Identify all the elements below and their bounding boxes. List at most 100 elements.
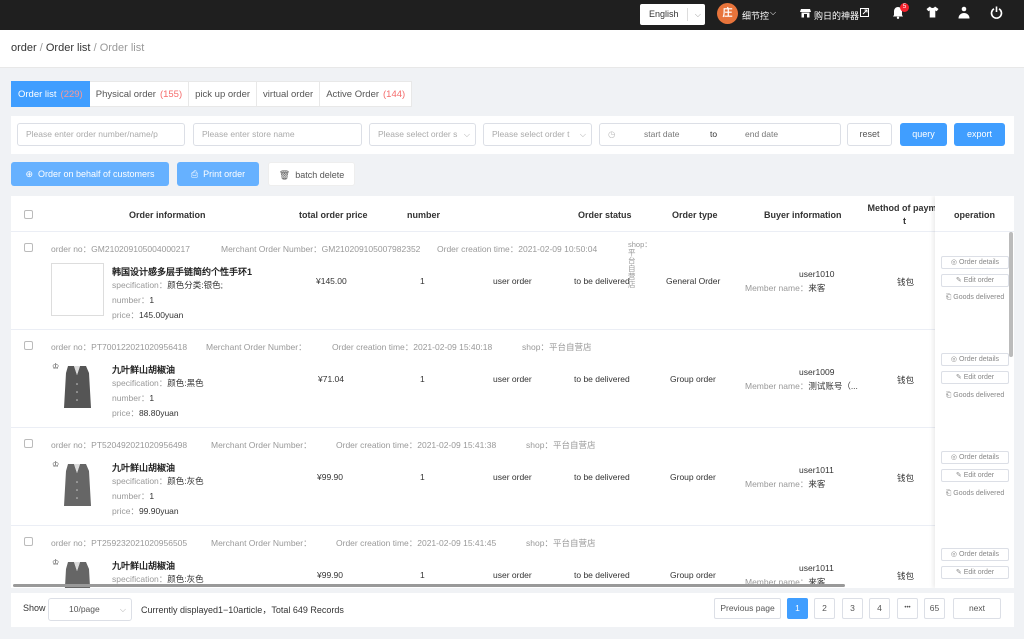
product-name[interactable]: 韩国设计感多层手链简约个性手环1 xyxy=(112,265,252,278)
order-count: 1 xyxy=(420,570,425,580)
notification-badge: 5 xyxy=(900,3,909,12)
payment-method: 钱包 xyxy=(897,277,915,287)
print-order-button[interactable]: ⎙ Print order xyxy=(177,162,259,186)
order-status: to be delivered xyxy=(574,472,630,482)
buyer-user: user1011 xyxy=(799,563,834,573)
payment-method: 钱包 xyxy=(897,375,915,385)
export-button[interactable]: export xyxy=(954,123,1005,146)
edit-order-button[interactable]: ✎ Edit order xyxy=(941,469,1009,482)
product-image: ♔ xyxy=(52,460,91,506)
col-payment-method: Method of payme t xyxy=(867,203,942,226)
order-creation-time: Order creation time：2021-02-09 15:41:38 xyxy=(336,440,497,450)
product-name[interactable]: 九叶鲜山胡椒油 xyxy=(112,559,175,572)
tab-physical-order[interactable]: Physical order (155) xyxy=(89,81,190,107)
order-status-select[interactable]: Please select order s ⌵ xyxy=(369,123,476,146)
merchant-order-number: Merchant Order Number：GM2102091050079823… xyxy=(221,244,421,254)
page-4-button[interactable]: 4 xyxy=(869,598,890,619)
chevron-down-icon: ⌵ xyxy=(694,10,701,19)
pagination: Show 10/page ⌵ Currently displayed1−10art… xyxy=(11,593,1014,627)
row-checkbox[interactable] xyxy=(24,537,33,546)
table-row: order no：GM210209105004000217 Merchant O… xyxy=(11,232,1014,330)
product-name[interactable]: 九叶鲜山胡椒油 xyxy=(112,461,175,474)
order-on-behalf-button[interactable]: ⊕ Order on behalf of customers xyxy=(11,162,169,186)
reset-button[interactable]: reset xyxy=(847,123,892,146)
order-details-button[interactable]: ◎ Order details xyxy=(941,256,1009,269)
product-name[interactable]: 九叶鲜山胡椒油 xyxy=(112,363,175,376)
merchant-order-number: Merchant Order Number： xyxy=(211,538,312,548)
vertical-scrollbar[interactable] xyxy=(1009,232,1013,357)
row-checkbox[interactable] xyxy=(24,243,33,252)
order-search-input[interactable]: Please enter order number/name/p xyxy=(17,123,185,146)
tab-virtual-order[interactable]: virtual order xyxy=(257,81,321,107)
date-range-picker[interactable]: ◷ start date to end date xyxy=(599,123,841,146)
language-select[interactable]: English ⌵ xyxy=(640,4,705,25)
breadcrumb-current: Order list xyxy=(99,42,145,54)
external-link-icon[interactable] xyxy=(860,8,869,19)
clock-icon: ◷ xyxy=(608,129,616,139)
order-details-button[interactable]: ◎ Order details xyxy=(941,353,1009,366)
page-1-button[interactable]: 1 xyxy=(787,598,808,619)
query-button[interactable]: query xyxy=(900,123,947,146)
show-label: Show xyxy=(23,603,46,613)
order-type-select[interactable]: Please select order t ⌵ xyxy=(483,123,592,146)
order-status: to be delivered xyxy=(574,276,630,286)
shop-name: shop：平台自营店 xyxy=(526,538,596,548)
horizontal-scrollbar[interactable] xyxy=(13,584,845,587)
row-checkbox[interactable] xyxy=(24,341,33,350)
tab-active-order[interactable]: Active Order (144) xyxy=(320,81,413,107)
more-pages-button[interactable]: ••• xyxy=(897,598,918,619)
batch-delete-button[interactable]: 🗑 batch delete xyxy=(268,162,355,186)
product-price: price：88.80yuan xyxy=(112,408,179,418)
order-details-button[interactable]: ◎ Order details xyxy=(941,548,1009,561)
order-number: order no：GM210209105004000217 xyxy=(51,244,190,254)
user-tie-icon[interactable] xyxy=(958,6,970,22)
page-2-button[interactable]: 2 xyxy=(814,598,835,619)
col-order-information: Order information xyxy=(129,210,206,220)
product-spec: specification：颜色分类:银色; xyxy=(112,280,224,290)
operation-column: operation ◎ Order details ✎ Edit order ⎗… xyxy=(935,196,1014,588)
select-all-checkbox[interactable] xyxy=(24,210,33,219)
tab-order-list[interactable]: Order list (229) xyxy=(11,81,90,107)
chevron-down-icon: ⌵ xyxy=(119,605,126,614)
order-type: Group order xyxy=(670,374,716,384)
goods-delivered-button[interactable]: ⎗ Goods delivered xyxy=(937,294,1013,302)
product-price: price：99.90yuan xyxy=(112,506,179,516)
tshirt-icon[interactable] xyxy=(926,6,939,21)
page-size-select[interactable]: 10/page ⌵ xyxy=(48,598,132,621)
total-price: ¥145.00 xyxy=(316,276,347,286)
order-count: 1 xyxy=(420,374,425,384)
store-icon xyxy=(800,8,811,21)
merchant-order-number: Merchant Order Number： xyxy=(211,440,312,450)
date-separator: to xyxy=(710,129,718,139)
store-name-input[interactable]: Please enter store name xyxy=(193,123,362,146)
goods-delivered-button[interactable]: ⎗ Goods delivered xyxy=(937,392,1013,400)
page-3-button[interactable]: 3 xyxy=(842,598,863,619)
shop-name[interactable]: 购日的神器 xyxy=(814,9,859,22)
svg-text:♔: ♔ xyxy=(52,558,59,567)
order-details-button[interactable]: ◎ Order details xyxy=(941,451,1009,464)
goods-delivered-button[interactable]: ⎗ Goods delivered xyxy=(937,490,1013,498)
edit-order-button[interactable]: ✎ Edit order xyxy=(941,566,1009,579)
power-icon[interactable] xyxy=(990,6,1003,22)
edit-order-button[interactable]: ✎ Edit order xyxy=(941,371,1009,384)
tab-pick-up-order[interactable]: pick up order xyxy=(189,81,258,107)
breadcrumb-order[interactable]: order xyxy=(11,42,37,54)
user-name[interactable]: 细节控 xyxy=(742,9,769,22)
product-price: price：145.00yuan xyxy=(112,310,184,320)
order-source: user order xyxy=(493,570,532,580)
merchant-order-number: Merchant Order Number： xyxy=(206,342,307,352)
order-number: order no：PT700122021020956418 xyxy=(51,342,188,352)
breadcrumb-order-list[interactable]: Order list xyxy=(46,42,91,54)
previous-page-button[interactable]: Previous page xyxy=(714,598,781,619)
shop-name: shop：平台自营店 xyxy=(522,342,592,352)
avatar[interactable]: 庄 xyxy=(717,3,738,24)
row-checkbox[interactable] xyxy=(24,439,33,448)
product-quantity: number：1 xyxy=(112,491,155,501)
edit-order-button[interactable]: ✎ Edit order xyxy=(941,274,1009,287)
start-date: start date xyxy=(644,129,680,139)
next-page-button[interactable]: next xyxy=(953,598,1001,619)
chevron-down-icon[interactable]: ⌵ xyxy=(770,8,776,18)
payment-method: 钱包 xyxy=(897,473,915,483)
page-65-button[interactable]: 65 xyxy=(924,598,945,619)
order-creation-time: Order creation time：2021-02-09 15:40:18 xyxy=(332,342,493,352)
